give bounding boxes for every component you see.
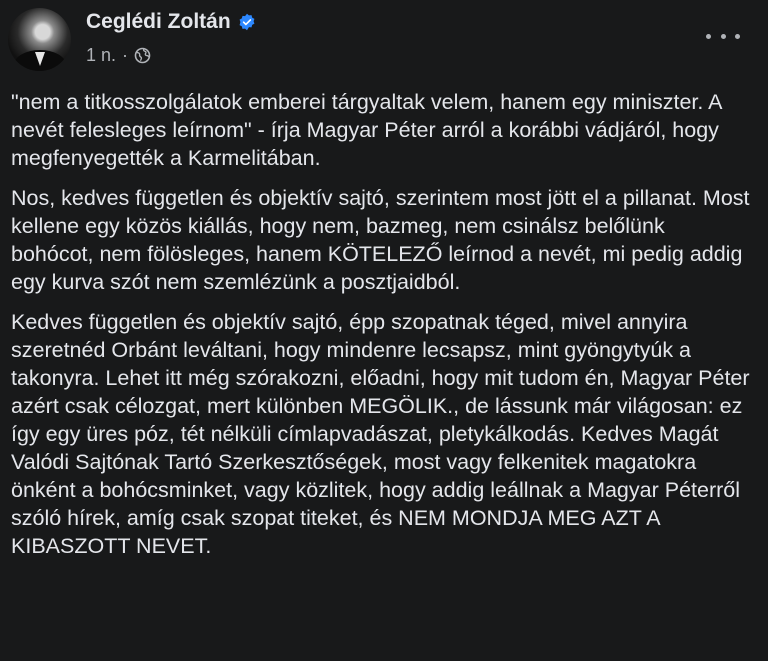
more-dot (735, 33, 740, 39)
author-name[interactable]: Ceglédi Zoltán (86, 10, 231, 34)
post-timestamp[interactable]: 1 n. (86, 45, 116, 66)
post-paragraph-1: "nem a titkosszolgálatok emberei tárgyal… (11, 90, 722, 170)
verified-badge-icon (239, 13, 255, 31)
post-body: "nem a titkosszolgálatok emberei tárgyal… (11, 88, 751, 572)
author-name-row: Ceglédi Zoltán (86, 10, 256, 34)
globe-icon[interactable] (134, 47, 151, 64)
more-dot (720, 33, 726, 39)
more-options-icon[interactable] (706, 26, 740, 46)
meta-separator: · (122, 45, 129, 65)
more-dot (706, 33, 711, 39)
post-header: Ceglédi Zoltán 1 n. · (0, 0, 768, 80)
author-avatar[interactable] (8, 8, 71, 71)
post-meta: 1 n. · (86, 45, 151, 66)
post-paragraph-3: Kedves független és objektív sajtó, épp … (11, 310, 750, 558)
facebook-post: Ceglédi Zoltán 1 n. · "nem a titkosszolg… (0, 0, 768, 661)
post-paragraph-2: Nos, kedves független és objektív sajtó,… (11, 186, 750, 294)
